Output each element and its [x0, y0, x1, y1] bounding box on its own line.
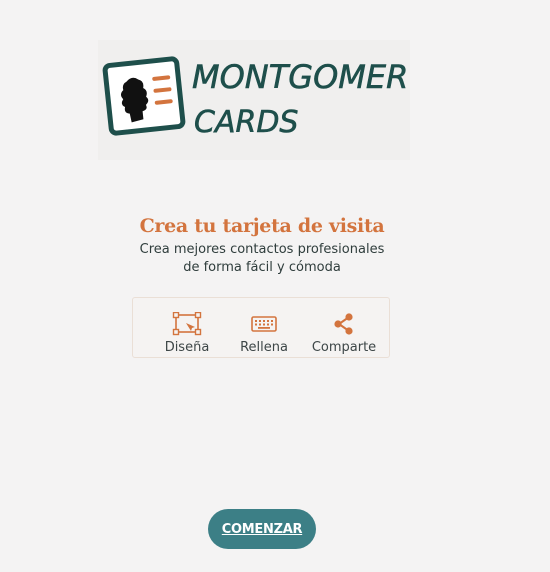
feature-label: Diseña [164, 340, 210, 355]
keyboard-icon [251, 316, 277, 332]
feature-share: Comparte [311, 312, 377, 355]
page-title: Crea tu tarjeta de visita [139, 215, 385, 237]
feature-fill: Rellena [237, 312, 291, 355]
montgomery-cards-logo: MONTGOMERY CARDS [102, 56, 410, 140]
feature-design: Diseña [163, 312, 211, 355]
design-frame-icon [172, 312, 202, 336]
feature-label: Comparte [311, 340, 377, 355]
share-icon [334, 313, 353, 335]
brand-line-1: MONTGOMERY [192, 58, 410, 96]
feature-label: Rellena [240, 340, 288, 355]
page-subtitle: Crea mejores contactos profesionales de … [139, 242, 385, 275]
start-button[interactable]: COMENZAR [208, 509, 316, 549]
features-panel: Diseña Rellena Comparte [132, 297, 390, 358]
brand-line-2: CARDS [194, 105, 298, 140]
welcome-screen: MONTGOMERY CARDS Crea tu tarjeta de visi… [0, 0, 550, 572]
brand-logo: MONTGOMERY CARDS [98, 40, 410, 160]
